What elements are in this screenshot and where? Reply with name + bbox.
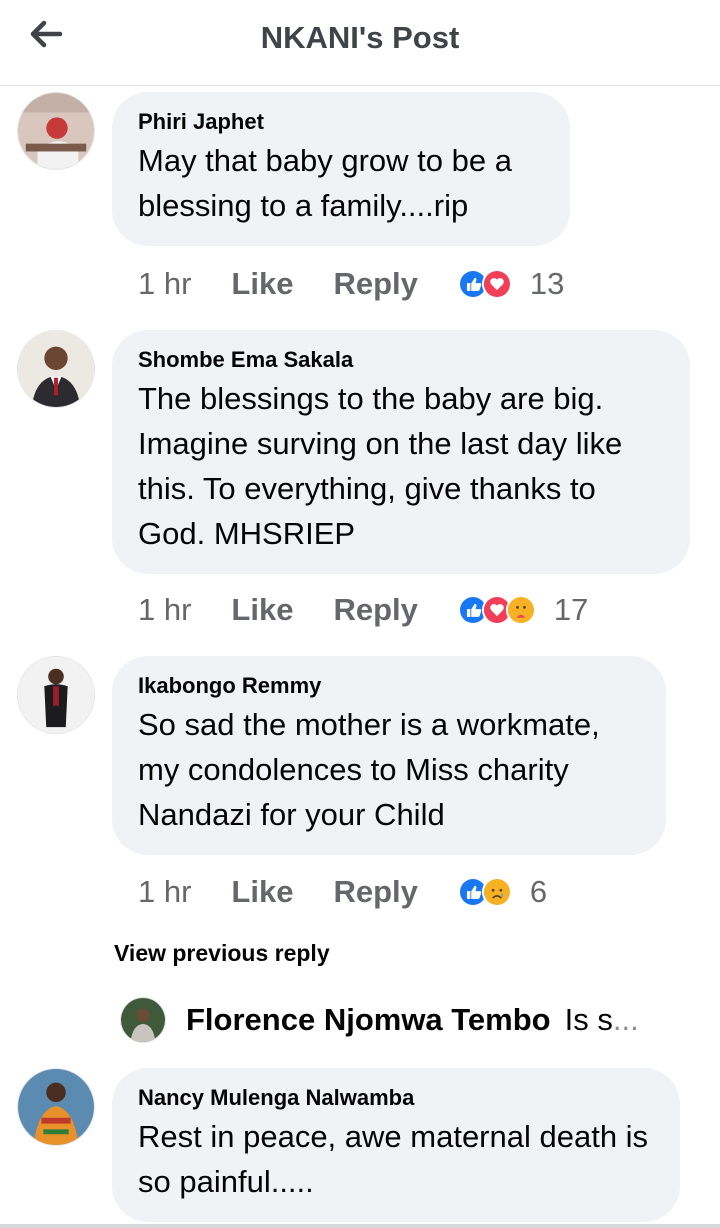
sad-reaction-icon xyxy=(481,877,512,907)
reaction-count[interactable]: 17 xyxy=(554,592,588,628)
top-bar: NKANI's Post xyxy=(0,0,720,86)
like-button[interactable]: Like xyxy=(231,592,293,628)
comment-text: May that baby grow to be a blessing to a… xyxy=(138,143,512,223)
comment-bubble: Ikabongo Remmy So sad the mother is a wo… xyxy=(112,656,666,855)
comment-author[interactable]: Nancy Mulenga Nalwamba xyxy=(138,1084,654,1112)
reply-button[interactable]: Reply xyxy=(333,592,417,628)
comment-text: So sad the mother is a workmate, my cond… xyxy=(138,707,600,832)
comment-author[interactable]: Phiri Japhet xyxy=(138,108,544,136)
comment-author[interactable]: Ikabongo Remmy xyxy=(138,672,640,700)
view-previous-reply-link[interactable]: View previous reply xyxy=(114,940,330,967)
comment-bubble: Shombe Ema Sakala The blessings to the b… xyxy=(112,330,690,574)
reactions[interactable] xyxy=(457,595,536,625)
reply-button[interactable]: Reply xyxy=(333,266,417,302)
reply-snippet: Is s xyxy=(564,1002,613,1037)
reply-author[interactable]: Florence Njomwa Tembo xyxy=(186,1002,551,1038)
avatar[interactable] xyxy=(17,330,95,408)
love-reaction-icon xyxy=(481,269,512,299)
like-button[interactable]: Like xyxy=(231,874,293,910)
reply-preview[interactable]: Florence Njomwa Tembo Is s ... xyxy=(120,996,639,1044)
reply-button[interactable]: Reply xyxy=(333,874,417,910)
bottom-divider xyxy=(0,1224,720,1228)
reaction-count[interactable]: 13 xyxy=(530,266,564,302)
comment-actions: 1 hr Like Reply 13 xyxy=(138,262,564,306)
reaction-count[interactable]: 6 xyxy=(530,874,547,910)
comment-time[interactable]: 1 hr xyxy=(138,592,191,628)
profile-photo xyxy=(18,331,94,407)
avatar[interactable] xyxy=(120,997,166,1043)
comment-time[interactable]: 1 hr xyxy=(138,874,191,910)
avatar[interactable] xyxy=(17,1068,95,1146)
comment-actions: 1 hr Like Reply 6 xyxy=(138,870,547,914)
reactions[interactable] xyxy=(457,269,512,299)
profile-photo xyxy=(18,1069,94,1145)
avatar[interactable] xyxy=(17,656,95,734)
comment-bubble: Nancy Mulenga Nalwamba Rest in peace, aw… xyxy=(112,1068,680,1222)
reply-ellipsis: ... xyxy=(612,1002,639,1037)
reactions[interactable] xyxy=(457,877,512,907)
like-button[interactable]: Like xyxy=(231,266,293,302)
avatar[interactable] xyxy=(17,92,95,170)
care-reaction-icon xyxy=(505,595,536,625)
profile-photo xyxy=(18,657,94,733)
profile-photo xyxy=(121,998,165,1042)
comment-bubble: Phiri Japhet May that baby grow to be a … xyxy=(112,92,570,246)
comment-text: Rest in peace, awe maternal death is so … xyxy=(138,1119,649,1199)
page-title: NKANI's Post xyxy=(260,20,460,55)
comment-text: The blessings to the baby are big. Imagi… xyxy=(138,381,623,551)
comment-time[interactable]: 1 hr xyxy=(138,266,191,302)
comment-actions: 1 hr Like Reply 17 xyxy=(138,588,588,632)
comment-author[interactable]: Shombe Ema Sakala xyxy=(138,346,664,374)
profile-photo xyxy=(18,93,94,169)
